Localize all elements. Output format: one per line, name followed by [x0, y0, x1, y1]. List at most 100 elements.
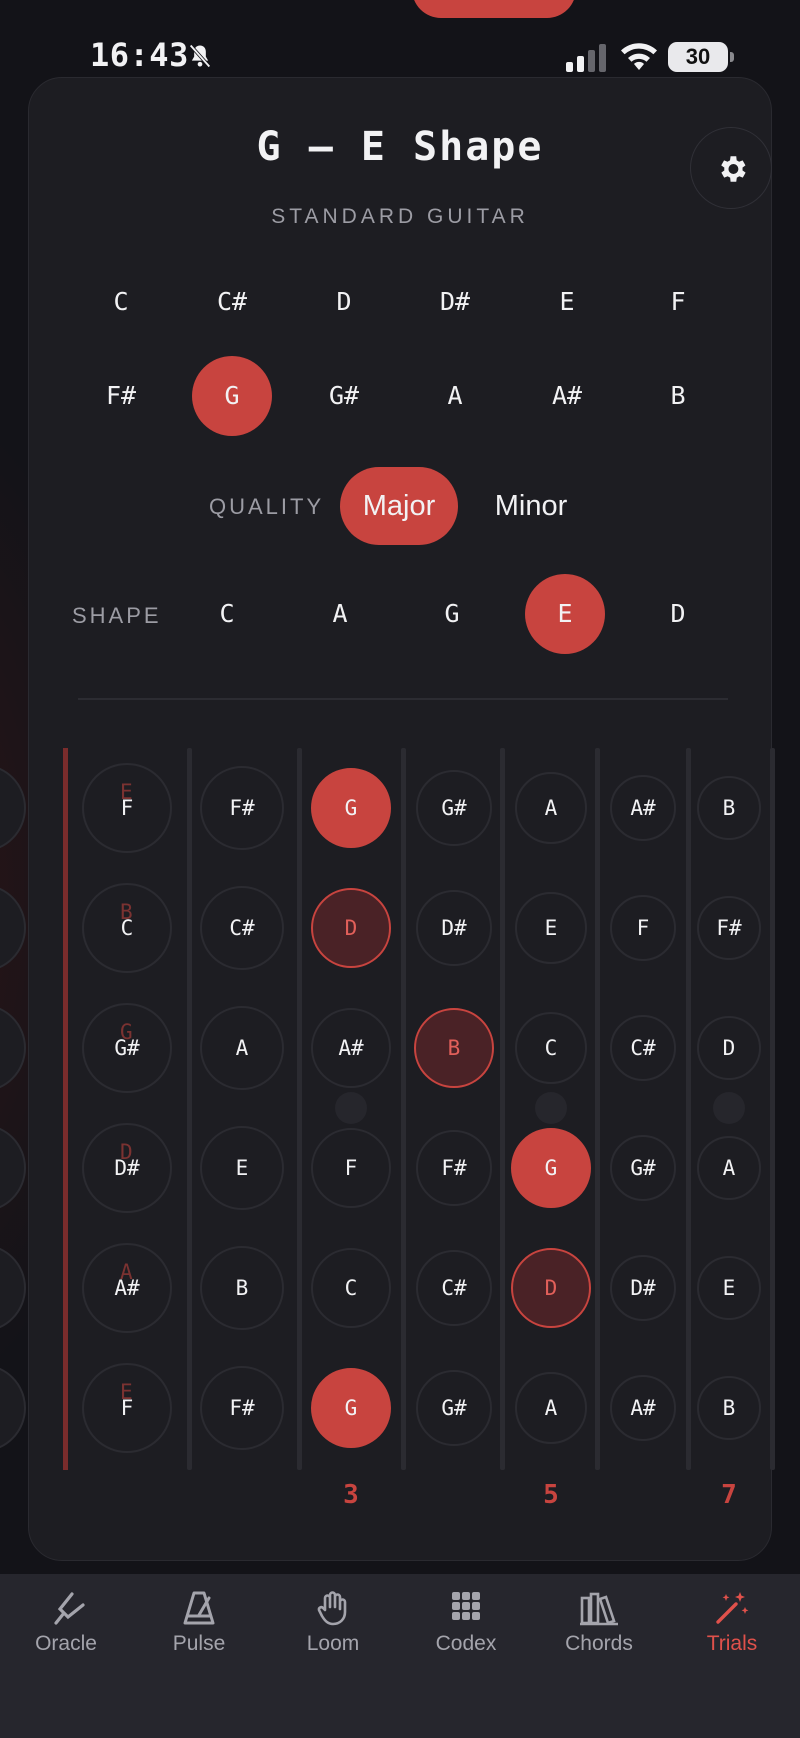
fret-note[interactable]: D [511, 1248, 591, 1328]
tab-trials[interactable]: Trials [672, 1590, 792, 1656]
fret-note[interactable]: B [697, 776, 761, 840]
fret-note[interactable]: A# [311, 1008, 391, 1088]
bell-muted-icon [186, 42, 214, 70]
fret-note[interactable]: G [311, 768, 391, 848]
fret-wire [686, 748, 691, 1470]
open-string-note[interactable]: G [0, 1004, 26, 1092]
fret-note[interactable]: A# [610, 775, 676, 841]
quality-major-button[interactable]: Major [340, 467, 458, 545]
fret-note[interactable]: F# [416, 1130, 492, 1206]
shape-button[interactable]: D [638, 574, 718, 654]
fret-note[interactable]: E [200, 1126, 284, 1210]
fret-note[interactable]: F [82, 763, 172, 853]
tab-label: Codex [435, 1632, 497, 1655]
ghost-open-note: E [120, 1380, 133, 1404]
battery-indicator: 30 [668, 42, 734, 72]
fretboard: EFF#GG#AA#BEBCC#DD#EFF#BGG#AA#BCC#DGDD#E… [0, 748, 800, 1473]
fret-note[interactable]: G# [610, 1135, 676, 1201]
fret-note[interactable]: C# [200, 886, 284, 970]
ghost-open-note: D [120, 1140, 133, 1164]
key-button[interactable]: F# [81, 356, 161, 436]
fret-note[interactable]: G [511, 1128, 591, 1208]
ghost-open-note: G [120, 1020, 133, 1044]
tab-label: Pulse [172, 1632, 226, 1655]
key-button[interactable]: A# [527, 356, 607, 436]
tab-codex[interactable]: Codex [406, 1590, 526, 1656]
shape-label: SHAPE [72, 603, 162, 628]
fret-note[interactable]: F# [200, 766, 284, 850]
grid-icon [452, 1592, 480, 1620]
fret-wire [500, 748, 505, 1470]
open-string-note[interactable]: E [0, 1364, 26, 1452]
key-button[interactable]: G [192, 356, 272, 436]
key-button[interactable]: D# [415, 262, 495, 342]
fret-note[interactable]: A [515, 1372, 587, 1444]
fret-note[interactable]: B [414, 1008, 494, 1088]
fret-note[interactable]: A [200, 1006, 284, 1090]
top-indicator-pill [412, 0, 576, 18]
fret-wire [401, 748, 406, 1470]
hand-icon [317, 1591, 347, 1626]
fret-inlay-dot [713, 1092, 745, 1124]
fret-note[interactable]: F# [200, 1366, 284, 1450]
fret-note[interactable]: B [697, 1376, 761, 1440]
fret-number: 7 [721, 1480, 737, 1510]
fret-note[interactable]: D# [82, 1123, 172, 1213]
fret-note[interactable]: A# [610, 1375, 676, 1441]
shape-button[interactable]: C [187, 574, 267, 654]
fret-note[interactable]: C [311, 1248, 391, 1328]
fret-note[interactable]: A [697, 1136, 761, 1200]
fret-note[interactable]: G# [416, 770, 492, 846]
key-button[interactable]: D [304, 262, 384, 342]
fret-note[interactable]: C# [610, 1015, 676, 1081]
page-title: G — E Shape [256, 124, 544, 170]
fret-note[interactable]: D# [610, 1255, 676, 1321]
shape-button[interactable]: A [300, 574, 380, 654]
fret-note[interactable]: C# [416, 1250, 492, 1326]
tab-chords[interactable]: Chords [539, 1590, 659, 1656]
key-button[interactable]: G# [304, 356, 384, 436]
shape-button[interactable]: E [525, 574, 605, 654]
wifi-icon [620, 42, 658, 72]
open-string-note[interactable]: B [0, 884, 26, 972]
tab-label: Oracle [35, 1632, 97, 1655]
tab-loom[interactable]: Loom [273, 1590, 393, 1656]
fret-note[interactable]: G# [82, 1003, 172, 1093]
fret-note[interactable]: E [515, 892, 587, 964]
settings-button[interactable] [690, 127, 772, 209]
key-button[interactable]: E [527, 262, 607, 342]
fret-note[interactable]: C [82, 883, 172, 973]
fret-note[interactable]: D# [416, 890, 492, 966]
quality-minor-button[interactable]: Minor [475, 467, 587, 545]
fret-note[interactable]: D [311, 888, 391, 968]
ghost-open-note: A [120, 1260, 133, 1284]
tab-pulse[interactable]: Pulse [139, 1590, 259, 1656]
fret-note[interactable]: G# [416, 1370, 492, 1446]
key-button[interactable]: B [638, 356, 718, 436]
open-string-note[interactable]: A [0, 1244, 26, 1332]
fret-note[interactable]: D [697, 1016, 761, 1080]
instrument-subtitle: STANDARD GUITAR [271, 205, 529, 228]
open-string-note[interactable]: D [0, 1124, 26, 1212]
tab-oracle[interactable]: Oracle [6, 1590, 126, 1656]
fret-note[interactable]: G [311, 1368, 391, 1448]
fret-note[interactable]: A# [82, 1243, 172, 1333]
fret-wire [595, 748, 600, 1470]
fret-note[interactable]: B [200, 1246, 284, 1330]
key-button[interactable]: A [415, 356, 495, 436]
fret-note[interactable]: F# [697, 896, 761, 960]
open-string-note[interactable]: E [0, 764, 26, 852]
key-button[interactable]: C# [192, 262, 272, 342]
fret-number: 5 [543, 1480, 559, 1510]
key-button[interactable]: F [638, 262, 718, 342]
tab-label: Trials [706, 1632, 758, 1655]
key-button[interactable]: C [81, 262, 161, 342]
fret-note[interactable]: F [311, 1128, 391, 1208]
fret-note[interactable]: E [697, 1256, 761, 1320]
fret-note[interactable]: C [515, 1012, 587, 1084]
fret-note[interactable]: F [82, 1363, 172, 1453]
fret-note[interactable]: A [515, 772, 587, 844]
fret-note[interactable]: F [610, 895, 676, 961]
shape-button[interactable]: G [412, 574, 492, 654]
cellular-signal-icon [566, 44, 608, 72]
